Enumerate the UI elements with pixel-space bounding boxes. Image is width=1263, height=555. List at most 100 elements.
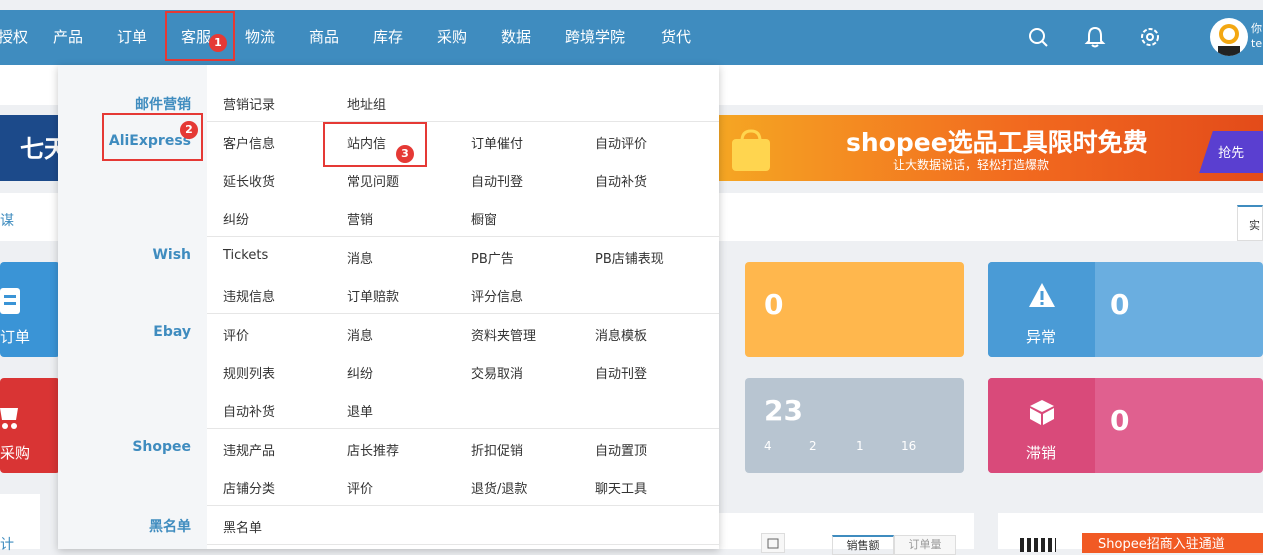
nav-item-orders[interactable]: 订单	[117, 10, 147, 65]
category-wish[interactable]: Wish	[51, 247, 207, 263]
separator	[207, 236, 719, 237]
menu-item-auto-review[interactable]: 自动评价	[595, 133, 647, 152]
nav-item-purchase[interactable]: 采购	[437, 10, 467, 65]
nav-item-inventory[interactable]: 库存	[373, 10, 403, 65]
tab-left-label[interactable]: 谋	[0, 210, 14, 230]
card-abnormal[interactable]: 异常 0	[988, 262, 1263, 357]
menu-item-discount-promo[interactable]: 折扣促销	[471, 440, 523, 459]
menu-item-transaction-cancel[interactable]: 交易取消	[471, 363, 523, 382]
tab-order-count[interactable]: 订单量	[894, 535, 956, 555]
card-orange[interactable]: 0	[745, 262, 964, 357]
card-grey-small-1: 4	[764, 439, 772, 453]
category-ebay[interactable]: Ebay	[51, 324, 207, 340]
menu-item-chat-tool[interactable]: 聊天工具	[595, 478, 647, 497]
menu-item-ebay-messages[interactable]: 消息	[347, 325, 373, 344]
menu-item-auto-restock[interactable]: 自动补货	[595, 171, 647, 190]
menu-item-pb-ads[interactable]: PB广告	[471, 248, 514, 267]
menu-item-return-refund[interactable]: 退货/退款	[471, 478, 527, 497]
card-purchase-label: 采购	[0, 444, 31, 462]
separator	[207, 313, 719, 314]
menu-item-ebay-dispute[interactable]: 纠纷	[347, 363, 373, 382]
card-orders[interactable]: 订单	[0, 262, 60, 357]
menu-item-rating-info[interactable]: 评分信息	[471, 286, 523, 305]
separator	[207, 121, 719, 122]
nav-item-forwarder[interactable]: 货代	[661, 10, 691, 65]
banner-cta-button[interactable]: 抢先	[1199, 131, 1263, 173]
menu-item-pb-store-performance[interactable]: PB店铺表现	[595, 248, 664, 267]
step-badge-1: 1	[209, 34, 227, 52]
box-icon	[1030, 400, 1054, 425]
bell-icon[interactable]	[1082, 24, 1108, 50]
menu-item-extend-receipt[interactable]: 延长收货	[223, 171, 275, 190]
menu-item-shop-recommend[interactable]: 店长推荐	[347, 440, 399, 459]
menu-item-dispute[interactable]: 纠纷	[223, 209, 249, 228]
nav-item-academy[interactable]: 跨境学院	[565, 10, 625, 65]
tab-right[interactable]: 实	[1237, 205, 1263, 241]
card-slow-moving[interactable]: 滞销 0	[988, 378, 1263, 473]
card-abnormal-value: 0	[1110, 288, 1130, 321]
menu-item-folder-management[interactable]: 资料夹管理	[471, 325, 536, 344]
card-grey[interactable]: 23 4 2 1 16	[745, 378, 964, 473]
card-purchase[interactable]: 采购	[0, 378, 60, 473]
menu-item-violation-info[interactable]: 违规信息	[223, 286, 275, 305]
menu-item-ebay-review[interactable]: 评价	[223, 325, 249, 344]
separator	[207, 544, 719, 545]
avatar-icon	[1218, 24, 1240, 56]
date-picker-button[interactable]	[761, 533, 785, 553]
category-mail-marketing[interactable]: 邮件营销	[51, 94, 207, 114]
banner-subtitle: 让大数据说话，轻松打造爆款	[893, 158, 1050, 172]
menu-item-customer-info[interactable]: 客户信息	[223, 133, 275, 152]
qr-code-icon	[1020, 538, 1056, 552]
menu-item-ebay-auto-restock[interactable]: 自动补货	[223, 401, 275, 420]
menu-item-faq[interactable]: 常见问题	[347, 171, 399, 190]
menu-item-ebay-auto-listing[interactable]: 自动刊登	[595, 363, 647, 382]
shopee-entry-banner[interactable]: Shopee招商入驻通道	[1082, 533, 1263, 553]
menu-item-tickets[interactable]: Tickets	[223, 248, 268, 263]
menu-item-auto-listing[interactable]: 自动刊登	[471, 171, 523, 190]
menu-item-shop-category[interactable]: 店铺分类	[223, 478, 275, 497]
step-badge-3: 3	[396, 145, 414, 163]
menu-item-order-payment-reminder[interactable]: 订单催付	[471, 133, 523, 152]
nav-item-logistics[interactable]: 物流	[245, 10, 275, 65]
cart-icon	[0, 408, 18, 429]
nav-item-products[interactable]: 产品	[53, 10, 83, 65]
username-line1: 你	[1251, 22, 1262, 35]
category-blacklist[interactable]: 黑名单	[51, 516, 207, 536]
menu-item-shopee-review[interactable]: 评价	[347, 478, 373, 497]
card-grey-small-2: 2	[809, 439, 817, 453]
gear-icon[interactable]	[1137, 24, 1163, 50]
menu-item-blacklist[interactable]: 黑名单	[223, 517, 262, 536]
warning-icon	[1029, 283, 1055, 307]
nav-item-authorize[interactable]: 授权	[0, 10, 28, 65]
menu-item-order-compensation[interactable]: 订单赔款	[347, 286, 399, 305]
banner-shopee[interactable]: shopee选品工具限时免费 让大数据说话，轻松打造爆款 抢先	[718, 115, 1263, 181]
username-line2: te	[1251, 37, 1263, 50]
menu-item-marketing-records[interactable]: 营销记录	[223, 94, 275, 113]
search-icon[interactable]	[1025, 24, 1051, 50]
category-shopee[interactable]: Shopee	[51, 439, 207, 455]
menu-item-showcase[interactable]: 橱窗	[471, 209, 497, 228]
banner-title: shopee选品工具限时免费	[846, 128, 1148, 157]
menu-item-rule-list[interactable]: 规则列表	[223, 363, 275, 382]
menu-item-auto-pin[interactable]: 自动置顶	[595, 440, 647, 459]
card-slow-label: 滞销	[1026, 444, 1057, 462]
card-orders-label: 订单	[0, 328, 31, 346]
order-icon	[0, 288, 20, 314]
menu-item-address-group[interactable]: 地址组	[347, 94, 386, 113]
card-orange-value: 0	[764, 288, 784, 321]
nav-item-data[interactable]: 数据	[501, 10, 531, 65]
tab-sales-amount[interactable]: 销售额	[832, 535, 894, 555]
bottom-left-panel: 计	[0, 494, 40, 553]
menu-item-marketing[interactable]: 营销	[347, 209, 373, 228]
tab-order-label: 订单量	[908, 538, 942, 551]
bottom-mid-panel: 销售额 订单量	[719, 513, 974, 555]
menu-item-message-template[interactable]: 消息模板	[595, 325, 647, 344]
nav-item-goods[interactable]: 商品	[309, 10, 339, 65]
calendar-icon	[767, 538, 779, 549]
shopee-entry-label: Shopee招商入驻通道	[1098, 537, 1225, 552]
menu-item-violating-products[interactable]: 违规产品	[223, 440, 275, 459]
menu-item-wish-messages[interactable]: 消息	[347, 248, 373, 267]
avatar[interactable]	[1210, 18, 1248, 56]
menu-item-return-order[interactable]: 退单	[347, 401, 373, 420]
card-grey-value: 23	[764, 394, 803, 427]
